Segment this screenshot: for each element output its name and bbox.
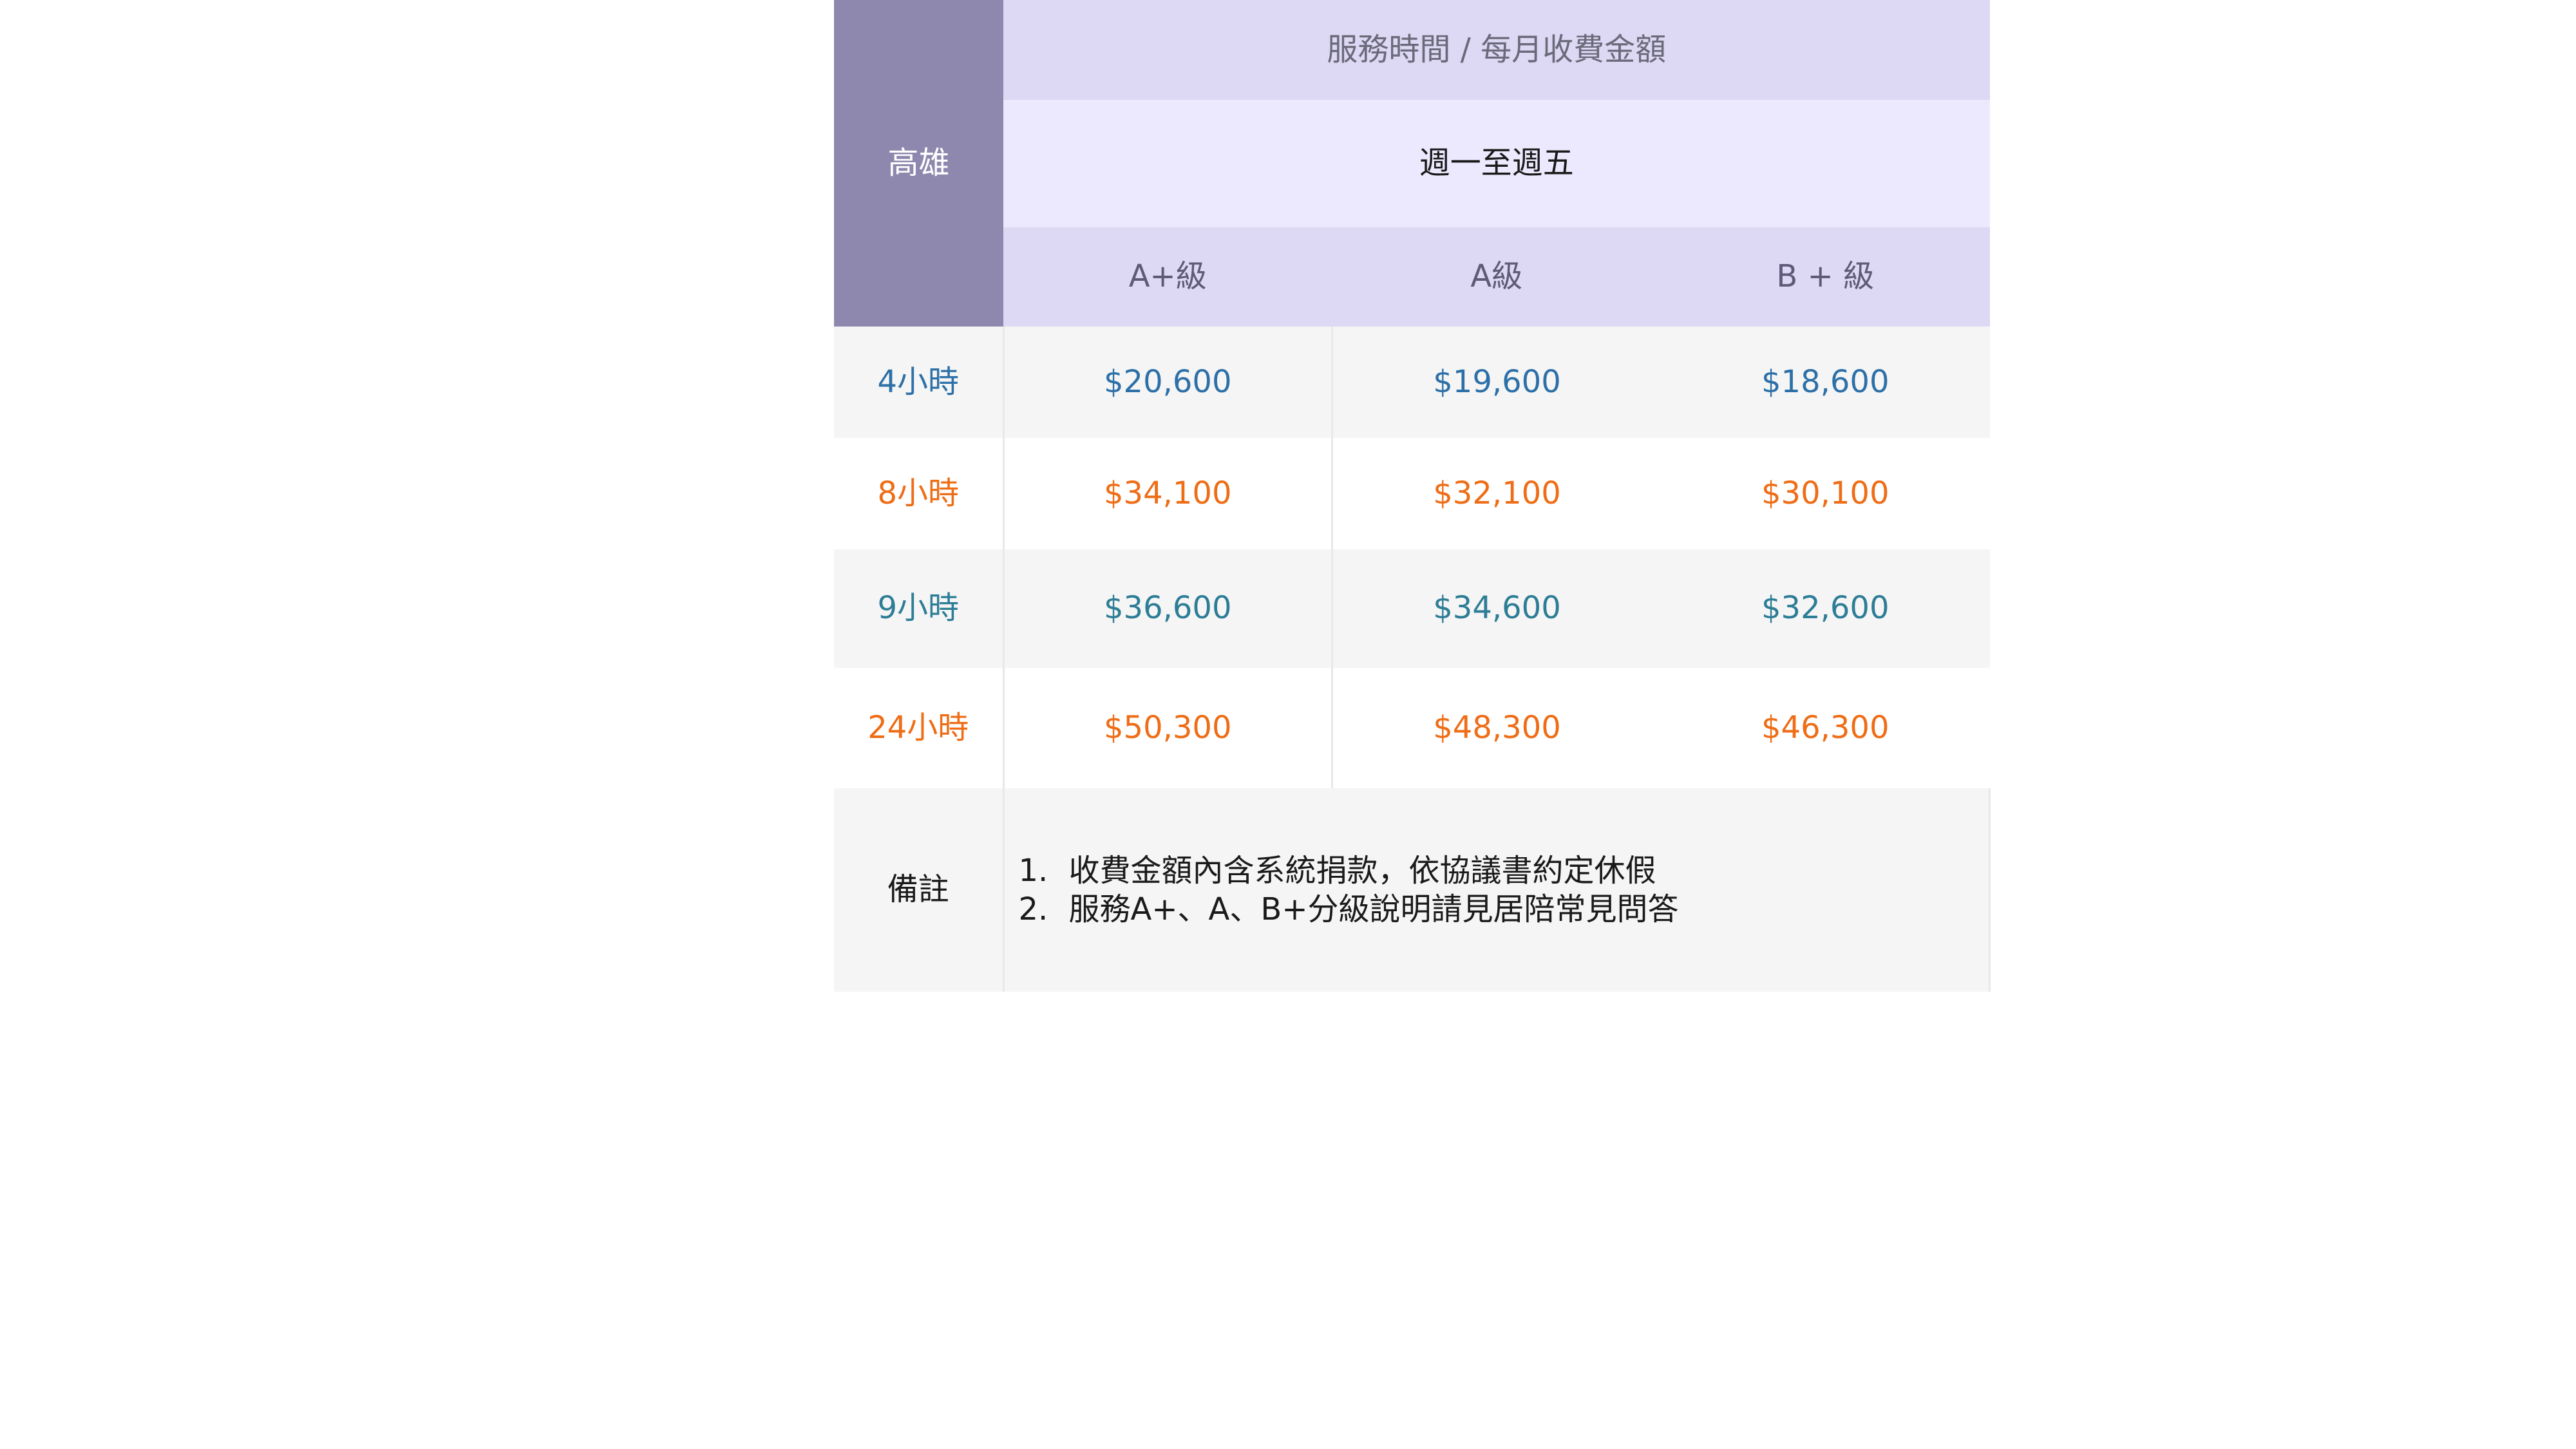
- notes-label: 備註: [834, 788, 1003, 992]
- table-title: 服務時間 / 每月收費金額: [1003, 0, 1990, 100]
- price-cell: $32,600: [1661, 549, 1990, 668]
- notes-cell: 1. 收費金額內含系統捐款，依協議書約定休假 2. 服務A+、A、B+分級說明請…: [1002, 788, 1991, 992]
- duration-cell: 8小時: [834, 438, 1003, 549]
- price-cell: $34,600: [1331, 549, 1661, 668]
- notes-row: 備註 1. 收費金額內含系統捐款，依協議書約定休假 2. 服務A+、A、B+分級…: [834, 788, 1991, 992]
- note-text: 服務A+、A、B+分級說明請見居陪常見問答: [1068, 891, 1679, 927]
- price-cell: $50,300: [1002, 668, 1332, 788]
- schedule-header: 週一至週五: [1003, 100, 1990, 227]
- price-cell: $30,100: [1661, 438, 1990, 549]
- price-cell: $20,600: [1002, 327, 1332, 438]
- price-cell: $36,600: [1002, 549, 1332, 668]
- note-number: 2.: [1018, 891, 1048, 927]
- table-row: 24小時 $50,300 $48,300 $46,300: [834, 668, 1990, 788]
- duration-cell: 9小時: [834, 549, 1003, 668]
- duration-cell: 24小時: [834, 668, 1003, 788]
- table-row: 9小時 $36,600 $34,600 $32,600: [834, 549, 1990, 668]
- price-cell: $19,600: [1331, 327, 1661, 438]
- header-row-schedule: 週一至週五: [834, 100, 1990, 227]
- grade-header-a: A級: [1332, 227, 1661, 327]
- note-item: 2. 服務A+、A、B+分級說明請見居陪常見問答: [1019, 890, 1989, 929]
- price-cell: $32,100: [1331, 438, 1661, 549]
- price-cell: $34,100: [1002, 438, 1332, 549]
- price-cell: $18,600: [1661, 327, 1990, 438]
- notes-list: 1. 收費金額內含系統捐款，依協議書約定休假 2. 服務A+、A、B+分級說明請…: [1019, 851, 1989, 929]
- grade-header-b-plus: B + 級: [1661, 227, 1990, 327]
- table-row: 4小時 $20,600 $19,600 $18,600: [834, 327, 1990, 438]
- note-item: 1. 收費金額內含系統捐款，依協議書約定休假: [1019, 851, 1989, 890]
- header-row-grades: A+級 A級 B + 級: [834, 227, 1990, 327]
- header-row-title: 高雄 服務時間 / 每月收費金額: [834, 0, 1990, 327]
- price-cell: $48,300: [1331, 668, 1661, 788]
- note-text: 收費金額內含系統捐款，依協議書約定休假: [1068, 853, 1656, 889]
- duration-cell: 4小時: [834, 327, 1003, 438]
- price-table: 高雄 服務時間 / 每月收費金額 週一至週五 A+級 A級 B + 級 4小時 …: [834, 0, 1991, 992]
- grade-header-a-plus: A+級: [1003, 227, 1332, 327]
- city-header: 高雄: [834, 0, 1003, 327]
- note-number: 1.: [1018, 853, 1048, 889]
- price-cell: $46,300: [1661, 668, 1990, 788]
- table-row: 8小時 $34,100 $32,100 $30,100: [834, 438, 1990, 549]
